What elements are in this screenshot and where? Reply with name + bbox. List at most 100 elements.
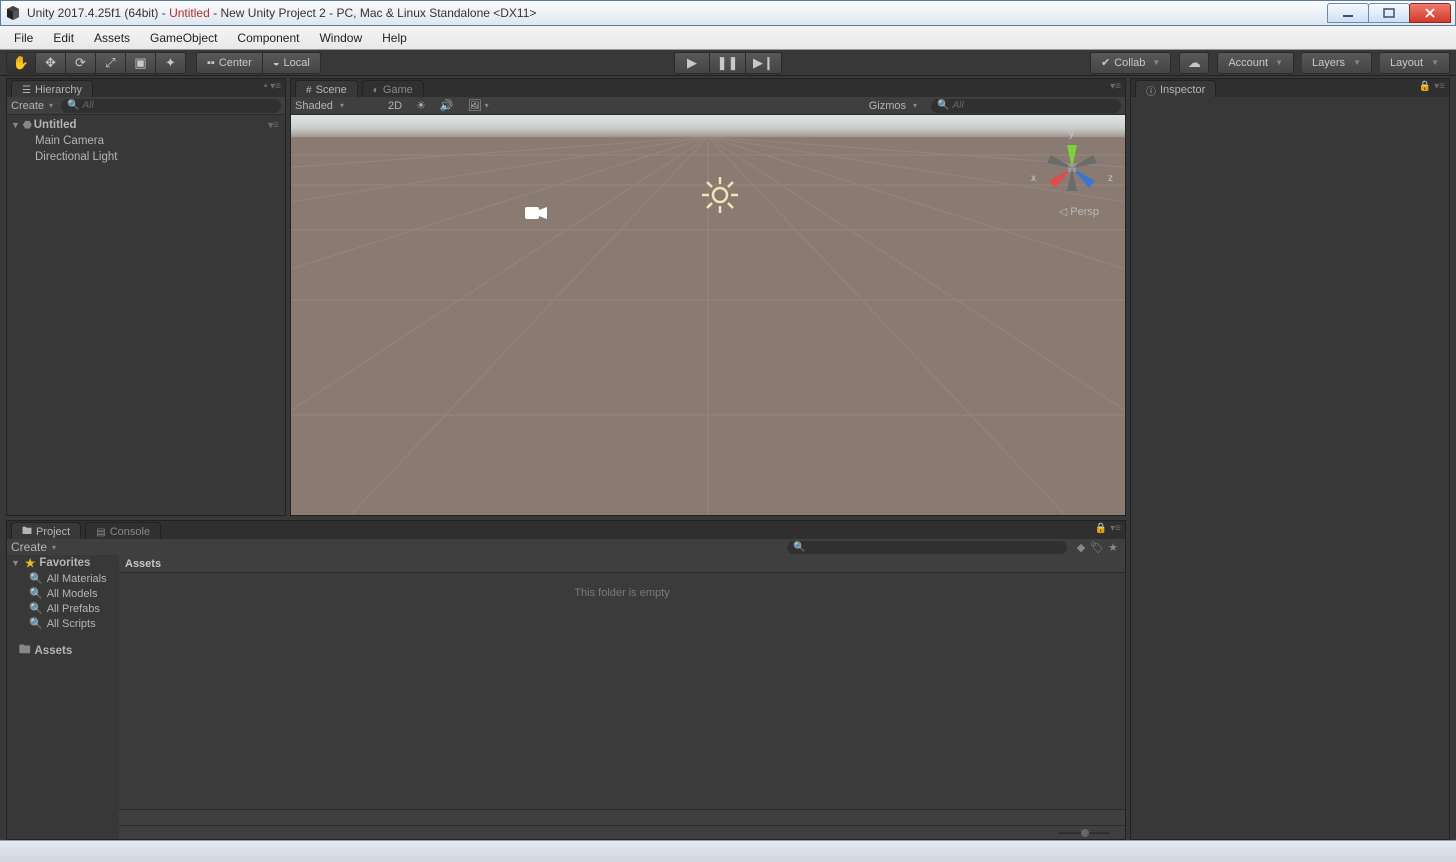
search-placeholder: All	[952, 100, 963, 111]
account-label: Account	[1228, 57, 1268, 69]
unity-icon	[5, 5, 21, 21]
project-folders-column: ▼★Favorites 🔍All Materials 🔍All Models 🔍…	[7, 555, 119, 839]
assets-label: Assets	[35, 645, 73, 657]
search-icon: 🔍	[937, 100, 949, 111]
rect-tool-button[interactable]: ▣	[126, 52, 156, 74]
panel-options[interactable]: ▾≡	[1110, 81, 1121, 92]
project-tab[interactable]: 🖿Project	[11, 522, 81, 539]
transform-tools-group: ✋ ✥ ⟳ ⤢ ▣ ✦	[6, 52, 186, 74]
audio-toggle[interactable]: 🔊	[440, 99, 454, 112]
search-icon: 🔍	[29, 602, 43, 615]
menu-edit[interactable]: Edit	[45, 29, 82, 47]
filter-by-label-button[interactable]: 🏷	[1089, 541, 1105, 554]
fav-all-models[interactable]: 🔍All Models	[7, 586, 119, 601]
menu-bar: File Edit Assets GameObject Component Wi…	[0, 26, 1456, 50]
orientation-gizmo[interactable]: x y z	[1037, 133, 1107, 213]
fav-all-prefabs[interactable]: 🔍All Prefabs	[7, 601, 119, 616]
gizmos-dropdown[interactable]: Gizmos▾	[869, 100, 917, 112]
scene-tab[interactable]: #Scene	[295, 80, 358, 97]
pause-button[interactable]: ❚❚	[710, 52, 746, 74]
fold-toggle[interactable]: ▼	[11, 558, 21, 568]
hierarchy-icon: ☰	[22, 85, 31, 96]
light-gizmo-icon[interactable]	[700, 175, 740, 215]
menu-file[interactable]: File	[6, 29, 41, 47]
project-breadcrumb[interactable]: Assets	[119, 555, 1125, 573]
hierarchy-panel: ☰Hierarchy ▪ ▾≡ Create▾ 🔍All ▼ ⬣ Untitle…	[6, 78, 286, 516]
favorites-header[interactable]: ▼★Favorites	[7, 555, 119, 571]
axis-y-label: y	[1069, 129, 1074, 140]
hand-tool-button[interactable]: ✋	[6, 52, 36, 74]
scene-viewport[interactable]: x y z ◁ Persp	[291, 115, 1125, 515]
projection-label[interactable]: ◁ Persp	[1059, 205, 1099, 218]
handle-rotation-toggle[interactable]: ◒Local	[263, 52, 321, 74]
hierarchy-create-dropdown[interactable]: Create▾	[11, 100, 53, 112]
save-search-button[interactable]: ★	[1105, 541, 1121, 554]
menu-help[interactable]: Help	[374, 29, 415, 47]
window-titlebar: Unity 2017.4.25f1 (64bit) - Untitled - N…	[0, 0, 1456, 26]
console-tab[interactable]: ▤Console	[85, 522, 161, 539]
fav-all-scripts[interactable]: 🔍All Scripts	[7, 616, 119, 631]
project-toolbar: Create ▾ 🔍 ◆ 🏷 ★	[7, 539, 1125, 555]
os-taskbar-strip	[0, 840, 1456, 862]
window-close-button[interactable]	[1409, 3, 1451, 23]
local-icon: ◒	[273, 57, 280, 69]
panel-options[interactable]: 🔒 ▾≡	[1095, 523, 1121, 534]
scene-search-input[interactable]: 🔍All	[931, 99, 1121, 113]
scene-icon: #	[306, 85, 312, 96]
scene-options[interactable]: ▾≡	[268, 120, 279, 131]
pivot-label: Center	[219, 57, 252, 69]
window-maximize-button[interactable]	[1368, 3, 1410, 23]
create-label: Create	[11, 540, 47, 554]
favorites-label: Favorites	[39, 557, 90, 569]
rotate-icon: ⟳	[75, 55, 86, 71]
search-icon: 🔍	[793, 542, 805, 553]
rotate-tool-button[interactable]: ⟳	[66, 52, 96, 74]
cloud-button[interactable]: ☁	[1179, 52, 1209, 74]
layout-dropdown[interactable]: Layout▼	[1380, 52, 1450, 74]
play-icon: ▶	[687, 55, 697, 71]
menu-assets[interactable]: Assets	[86, 29, 138, 47]
play-button[interactable]: ▶	[674, 52, 710, 74]
menu-component[interactable]: Component	[229, 29, 307, 47]
transform-tool-button[interactable]: ✦	[156, 52, 186, 74]
camera-gizmo-icon[interactable]	[525, 205, 547, 221]
project-create-dropdown[interactable]: Create ▾	[11, 540, 56, 554]
fold-toggle[interactable]: ▼	[11, 120, 21, 130]
hierarchy-item-light[interactable]: Directional Light	[7, 149, 285, 165]
slider-knob[interactable]	[1081, 829, 1089, 837]
project-path-bar	[119, 809, 1125, 825]
move-tool-button[interactable]: ✥	[36, 52, 66, 74]
collab-dropdown[interactable]: ✔Collab▼	[1090, 52, 1171, 74]
lighting-toggle[interactable]: ☀	[416, 99, 426, 112]
step-button[interactable]: ▶❙	[746, 52, 782, 74]
fx-dropdown[interactable]: 🖼▾	[468, 99, 489, 112]
game-tab[interactable]: ◐Game	[362, 80, 424, 97]
scene-row[interactable]: ▼ ⬣ Untitled ▾≡	[7, 117, 285, 133]
check-icon: ✔	[1101, 56, 1110, 69]
panel-options[interactable]: ▪ ▾≡	[264, 81, 281, 92]
chevron-down-icon: ▼	[1275, 58, 1283, 67]
panel-options[interactable]: 🔒 ▾≡	[1419, 81, 1445, 92]
inspector-tab[interactable]: ⓘInspector	[1135, 80, 1216, 97]
scale-tool-button[interactable]: ⤢	[96, 52, 126, 74]
hierarchy-item-camera[interactable]: Main Camera	[7, 133, 285, 149]
center-icon: ▪▪	[207, 57, 215, 69]
chevron-down-icon: ▾	[52, 543, 56, 552]
assets-root[interactable]: 🖿Assets	[7, 643, 119, 659]
shading-dropdown[interactable]: Shaded▾	[295, 100, 344, 112]
menu-gameobject[interactable]: GameObject	[142, 29, 225, 47]
window-minimize-button[interactable]	[1327, 3, 1369, 23]
create-label: Create	[11, 100, 44, 112]
layers-dropdown[interactable]: Layers▼	[1302, 52, 1372, 74]
filter-by-type-button[interactable]: ◆	[1073, 541, 1089, 554]
pivot-toggle[interactable]: ▪▪ Center	[196, 52, 263, 74]
hierarchy-tab[interactable]: ☰Hierarchy	[11, 80, 93, 97]
menu-window[interactable]: Window	[311, 29, 370, 47]
fav-all-materials[interactable]: 🔍All Materials	[7, 571, 119, 586]
hierarchy-search-input[interactable]: 🔍All	[61, 99, 281, 113]
mode-2d-toggle[interactable]: 2D	[388, 100, 402, 112]
project-search-input[interactable]: 🔍	[787, 541, 1067, 554]
chevron-down-icon: ▾	[913, 101, 917, 110]
play-controls-group: ▶ ❚❚ ▶❙	[674, 52, 782, 74]
account-dropdown[interactable]: Account ▼	[1217, 52, 1294, 74]
